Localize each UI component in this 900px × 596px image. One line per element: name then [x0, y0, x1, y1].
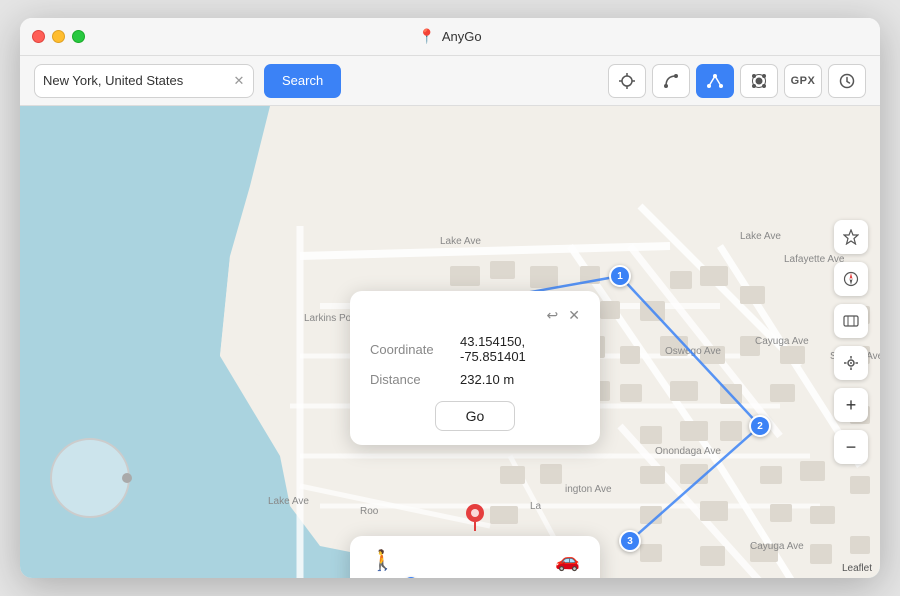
- star-icon: [843, 229, 859, 245]
- joystick-thumb: [122, 473, 132, 483]
- compass-button[interactable]: [834, 262, 868, 296]
- search-input[interactable]: [35, 73, 229, 88]
- gpx-button[interactable]: GPX: [784, 64, 822, 98]
- walk-icon: 🚶: [370, 548, 395, 573]
- crosshair-icon: [618, 72, 636, 90]
- titlebar: 📍 AnyGo: [20, 18, 880, 56]
- app-title-text: AnyGo: [442, 29, 482, 44]
- history-icon: [839, 73, 855, 89]
- car-icon: 🚗: [555, 548, 580, 573]
- toolbar-right: GPX: [608, 64, 866, 98]
- distance-value: 232.10 m: [460, 372, 514, 387]
- poi-marker[interactable]: [465, 503, 485, 536]
- map-credit: Leaflet: [842, 563, 872, 574]
- info-popup: ↩ ✕ Coordinate 43.154150, -75.851401 Dis…: [350, 291, 600, 445]
- route-icon: [662, 72, 680, 90]
- poi-pin-icon: [465, 503, 485, 531]
- minimize-button[interactable]: [52, 30, 65, 43]
- app-window: 📍 AnyGo ✕ Search: [20, 18, 880, 578]
- compass-icon: [843, 271, 859, 287]
- speed-icons-row: 🚶 🚗: [370, 548, 580, 573]
- search-container: ✕: [34, 64, 254, 98]
- zoom-in-button[interactable]: +: [834, 388, 868, 422]
- search-button[interactable]: Search: [264, 64, 341, 98]
- distance-row: Distance 232.10 m: [370, 372, 580, 387]
- waypoint-2[interactable]: 2: [749, 415, 771, 437]
- route-button[interactable]: [652, 64, 690, 98]
- distance-label: Distance: [370, 372, 460, 387]
- right-sidebar: + −: [834, 220, 868, 464]
- waypoint-1[interactable]: 1: [609, 265, 631, 287]
- multipoint-button[interactable]: [696, 64, 734, 98]
- location-icon: [843, 355, 859, 371]
- location-button[interactable]: [834, 346, 868, 380]
- go-button[interactable]: Go: [435, 401, 516, 431]
- gps-icon: [750, 72, 768, 90]
- toolbar: ✕ Search: [20, 56, 880, 106]
- popup-undo-button[interactable]: ↩: [547, 307, 559, 324]
- speed-panel: 🚶 🚗 Speed 2 m/s,7.20 km/h: [350, 536, 600, 578]
- app-title: 📍 AnyGo: [418, 28, 481, 45]
- mapview-button[interactable]: [834, 304, 868, 338]
- app-logo-icon: 📍: [418, 28, 435, 45]
- coordinate-row: Coordinate 43.154150, -75.851401: [370, 334, 580, 364]
- coord-label: Coordinate: [370, 342, 460, 357]
- joystick[interactable]: [50, 438, 130, 518]
- traffic-lights: [32, 30, 85, 43]
- waypoint-3[interactable]: 3: [619, 530, 641, 552]
- map-area[interactable]: Lake Ave Lake Ave Lafayette Ave Oswego A…: [20, 106, 880, 578]
- zoom-out-button[interactable]: −: [834, 430, 868, 464]
- favorite-button[interactable]: [834, 220, 868, 254]
- clear-search-button[interactable]: ✕: [229, 71, 249, 91]
- popup-close-button[interactable]: ✕: [568, 307, 580, 324]
- maximize-button[interactable]: [72, 30, 85, 43]
- gps-button[interactable]: [740, 64, 778, 98]
- gpx-label: GPX: [791, 75, 816, 87]
- coord-value: 43.154150, -75.851401: [460, 334, 580, 364]
- close-button[interactable]: [32, 30, 45, 43]
- history-button[interactable]: [828, 64, 866, 98]
- popup-header: ↩ ✕: [370, 307, 580, 324]
- speed-slider-thumb: [404, 577, 418, 578]
- multipoint-icon: [706, 72, 724, 90]
- teleport-button[interactable]: [608, 64, 646, 98]
- map-view-icon: [843, 313, 859, 329]
